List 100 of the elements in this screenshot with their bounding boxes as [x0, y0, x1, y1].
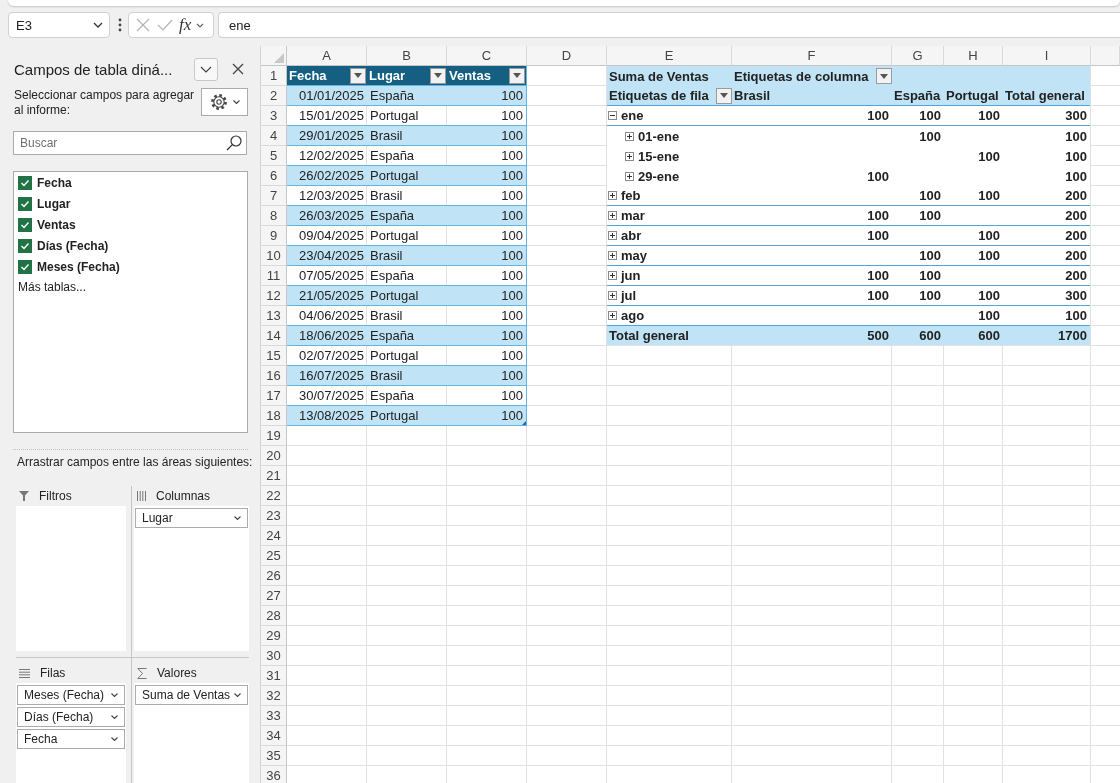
- row-header[interactable]: 33: [261, 706, 287, 726]
- expand-button[interactable]: [608, 271, 617, 280]
- filter-button[interactable]: [716, 87, 732, 104]
- column-header[interactable]: I: [1003, 46, 1091, 66]
- expand-button[interactable]: [608, 311, 617, 320]
- row-header[interactable]: 5: [261, 146, 287, 166]
- name-box[interactable]: E3: [8, 12, 110, 38]
- table-cell: 100: [447, 366, 527, 386]
- field-button[interactable]: Meses (Fecha): [17, 685, 125, 705]
- checkbox[interactable]: [18, 259, 32, 274]
- resize-handle-icon[interactable]: [522, 421, 526, 425]
- row-header[interactable]: 17: [261, 386, 287, 406]
- column-header[interactable]: D: [527, 46, 607, 66]
- expand-button[interactable]: [625, 151, 634, 161]
- pivot-column-label: Portugal: [945, 87, 1000, 105]
- row-header[interactable]: 22: [261, 486, 287, 506]
- row-header[interactable]: 24: [261, 526, 287, 546]
- formula-field[interactable]: ene: [218, 12, 1120, 38]
- column-header[interactable]: H: [944, 46, 1003, 66]
- filter-button[interactable]: [430, 67, 446, 84]
- checkbox[interactable]: [18, 238, 32, 253]
- field-name[interactable]: Fecha: [37, 175, 72, 190]
- filter-button[interactable]: [876, 68, 892, 84]
- checkbox[interactable]: [18, 175, 32, 190]
- settings-button[interactable]: [201, 88, 248, 116]
- column-header[interactable]: F: [732, 46, 892, 66]
- table-cell: 100: [447, 246, 527, 266]
- checkbox[interactable]: [18, 217, 32, 232]
- expand-button[interactable]: [625, 171, 634, 181]
- row-header[interactable]: 13: [261, 306, 287, 326]
- row-header[interactable]: 12: [261, 286, 287, 306]
- row-header[interactable]: 19: [261, 426, 287, 446]
- checkbox[interactable]: [18, 196, 32, 211]
- row-header[interactable]: 15: [261, 346, 287, 366]
- close-button[interactable]: [232, 63, 244, 75]
- row-header[interactable]: 35: [261, 746, 287, 766]
- row-header[interactable]: 29: [261, 626, 287, 646]
- row-header[interactable]: 21: [261, 466, 287, 486]
- field-name[interactable]: Ventas: [37, 217, 76, 232]
- chevron-down-icon: [232, 100, 240, 104]
- column-header[interactable]: G: [892, 46, 944, 66]
- row-header[interactable]: 31: [261, 666, 287, 686]
- field-name[interactable]: Lugar: [37, 196, 71, 211]
- field-button[interactable]: Suma de Ventas: [135, 685, 248, 705]
- row-header[interactable]: 25: [261, 546, 287, 566]
- filter-button[interactable]: [350, 67, 366, 84]
- row-header[interactable]: 6: [261, 166, 287, 186]
- filter-button[interactable]: [509, 67, 525, 84]
- column-header[interactable]: A: [287, 46, 367, 66]
- field-button[interactable]: Lugar: [135, 508, 248, 528]
- chevron-down-icon[interactable]: [196, 22, 205, 28]
- row-header[interactable]: 26: [261, 566, 287, 586]
- row-header[interactable]: 9: [261, 226, 287, 246]
- row-header[interactable]: 1: [261, 66, 287, 86]
- more-icon[interactable]: [118, 18, 122, 32]
- insert-function-button[interactable]: fx: [178, 15, 193, 35]
- row-header[interactable]: 11: [261, 266, 287, 286]
- plus-icon: [627, 153, 632, 159]
- pivot-value: 600: [977, 327, 1001, 345]
- pivot-value: 100: [918, 267, 942, 285]
- row-header[interactable]: 20: [261, 446, 287, 466]
- expand-button[interactable]: [608, 191, 617, 200]
- row-header[interactable]: 16: [261, 366, 287, 386]
- collapse-button[interactable]: [608, 111, 617, 120]
- more-tables-link[interactable]: Más tablas...: [18, 277, 87, 297]
- expand-button[interactable]: [608, 211, 617, 220]
- pivot-value: 200: [1064, 267, 1088, 285]
- row-header[interactable]: 7: [261, 186, 287, 206]
- search-field[interactable]: Buscar: [13, 131, 247, 155]
- table-cell: 23/04/2025: [287, 246, 367, 266]
- pivot-value: 100: [1064, 127, 1088, 146]
- column-header[interactable]: B: [367, 46, 447, 66]
- row-header[interactable]: 27: [261, 586, 287, 606]
- row-header[interactable]: 2: [261, 86, 287, 106]
- field-name[interactable]: Días (Fecha): [37, 238, 109, 253]
- expand-button[interactable]: [608, 251, 617, 260]
- pivot-label: Etiquetas de fila: [609, 87, 709, 105]
- row-header[interactable]: 34: [261, 726, 287, 746]
- row-header[interactable]: 36: [261, 766, 287, 783]
- field-name[interactable]: Meses (Fecha): [37, 259, 120, 274]
- row-header[interactable]: 4: [261, 126, 287, 146]
- column-header[interactable]: C: [447, 46, 527, 66]
- search-icon[interactable]: [226, 135, 242, 151]
- column-header[interactable]: E: [607, 46, 732, 66]
- row-header[interactable]: 23: [261, 506, 287, 526]
- row-header[interactable]: 32: [261, 686, 287, 706]
- pivot-value: 100: [866, 227, 890, 245]
- expand-button[interactable]: [625, 131, 634, 141]
- row-header[interactable]: 3: [261, 106, 287, 126]
- row-header[interactable]: 18: [261, 406, 287, 426]
- field-button[interactable]: Días (Fecha): [17, 707, 125, 727]
- table-cell: 100: [447, 166, 527, 186]
- field-button[interactable]: Fecha: [17, 729, 125, 749]
- expand-button[interactable]: [608, 231, 617, 240]
- expand-button[interactable]: [608, 291, 617, 300]
- row-header[interactable]: 8: [261, 206, 287, 226]
- row-header[interactable]: 28: [261, 606, 287, 626]
- row-header[interactable]: 14: [261, 326, 287, 346]
- row-header[interactable]: 10: [261, 246, 287, 266]
- row-header[interactable]: 30: [261, 646, 287, 666]
